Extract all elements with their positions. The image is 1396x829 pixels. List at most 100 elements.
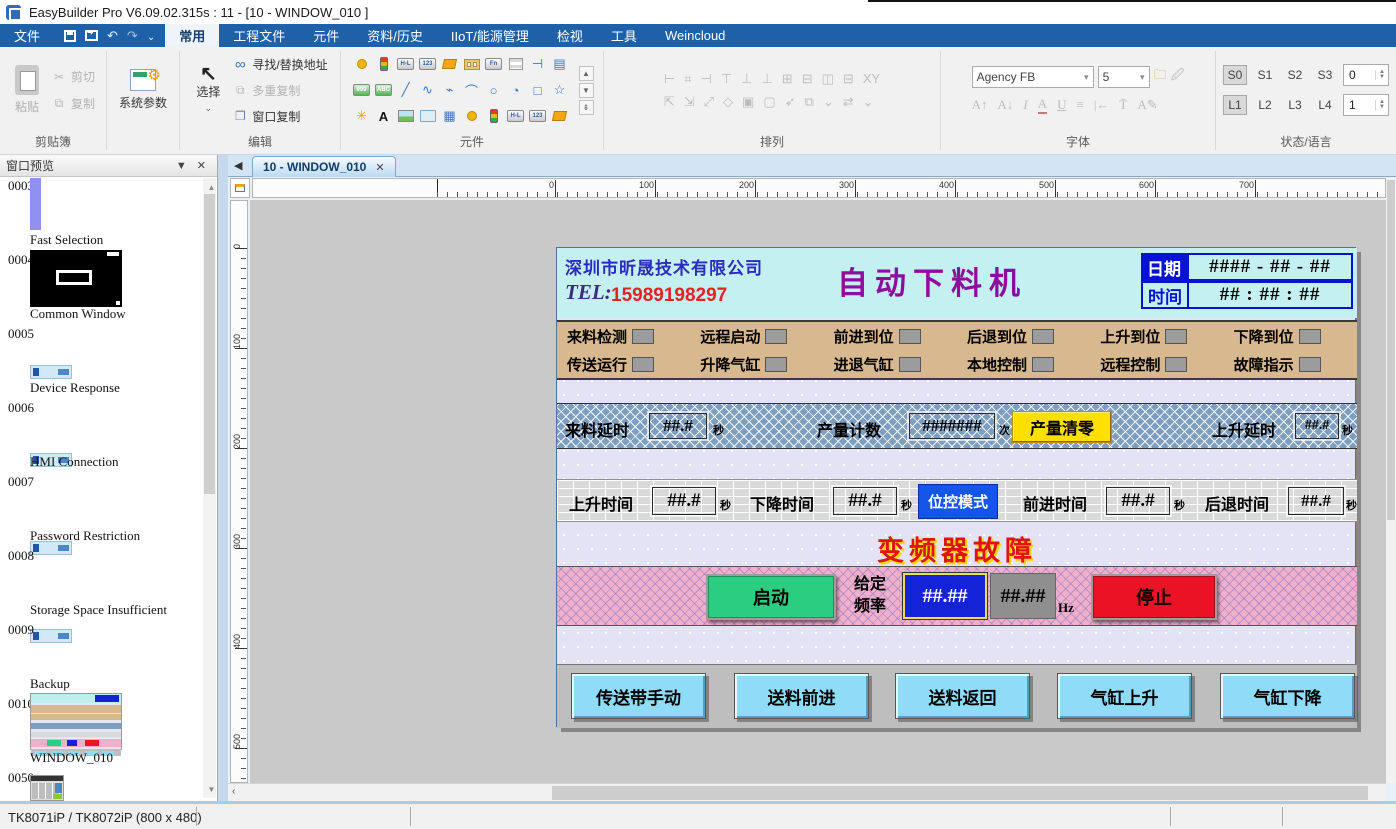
language-spinner-arrows-icon[interactable]: ▲▼ [1375, 100, 1388, 110]
center-window-v-icon[interactable]: ⊟ [843, 72, 854, 85]
rise-delay-unit[interactable]: 秒 [1342, 422, 1353, 438]
preview-scroll-down-icon[interactable]: ▼ [205, 782, 218, 796]
set-word-icon[interactable]: 123 [418, 54, 438, 74]
word-lamp-2-icon[interactable] [484, 106, 504, 126]
paste-button[interactable]: 粘贴 [9, 63, 45, 117]
italic-icon[interactable]: I [1023, 97, 1027, 113]
tel-number-text[interactable]: 15989198297 [611, 285, 727, 307]
production-count-label[interactable]: 产量计数 [817, 417, 881, 441]
vertical-ruler[interactable]: 0 100 200 300 400 500 [230, 200, 248, 783]
star-tool-icon[interactable]: ☆ [550, 80, 570, 100]
window-thumbnail-keypad[interactable] [30, 775, 64, 801]
indicator-conveyor-running[interactable]: 传送运行 [557, 350, 690, 378]
increase-font-icon[interactable]: A↑ [972, 97, 988, 113]
font-size-caret-icon[interactable]: ▾ [1140, 72, 1145, 83]
window-name[interactable]: Password Restriction [30, 528, 140, 544]
horizontal-ruler[interactable]: 0 100 200 300 400 500 600 700 [252, 178, 1386, 198]
feedback-frequency-value[interactable]: ##.## [990, 573, 1056, 619]
pin-icon[interactable]: ➶ [785, 95, 796, 108]
component-scroll-down-icon[interactable]: ▼ [579, 83, 594, 98]
center-window-h-icon[interactable]: ◫ [822, 72, 834, 85]
rise-time-value[interactable]: ##.# [652, 487, 716, 515]
position-control-mode-button[interactable]: 位控模式 [918, 484, 998, 519]
backward-time-label[interactable]: 后退时间 [1205, 491, 1269, 515]
tab-scroll-left-icon[interactable]: ◀ [234, 159, 242, 172]
indicator-lamp[interactable] [1165, 357, 1187, 372]
bit-lamp-2-icon[interactable] [462, 106, 482, 126]
time-display[interactable]: 时间 ## : ## : ## [1141, 281, 1353, 309]
window-name[interactable]: Fast Selection [30, 232, 103, 248]
indicator-forward-in-place[interactable]: 前进到位 [824, 322, 957, 350]
ungroup-icon[interactable]: ▢ [763, 95, 775, 108]
scroll-left-icon[interactable]: ‹ [232, 786, 235, 797]
pie-tool-icon[interactable]: ◔ [506, 80, 526, 100]
window-name[interactable]: Backup [30, 676, 70, 692]
indicator-local-control[interactable]: 本地控制 [957, 350, 1090, 378]
rise-time-unit[interactable]: 秒 [720, 497, 731, 513]
preview-scrollbar[interactable]: ▲ ▼ [203, 178, 216, 798]
window-name[interactable]: Storage Space Insufficient [30, 602, 167, 618]
word-lamp-icon[interactable] [374, 54, 394, 74]
cut-button[interactable]: 剪切 [49, 66, 97, 87]
slider-icon[interactable]: ⊣ [528, 54, 548, 74]
decrease-font-icon[interactable]: A↓ [997, 97, 1013, 113]
group-icon[interactable]: ▣ [742, 95, 754, 108]
cylinder-up-button[interactable]: 气缸上升 [1057, 673, 1192, 719]
language-l2-button[interactable]: L2 [1253, 95, 1277, 115]
state-s2-button[interactable]: S2 [1283, 65, 1307, 85]
toggle-switch-icon[interactable] [462, 54, 482, 74]
format-painter-icon[interactable]: 🖉 [1171, 66, 1185, 88]
vertical-scroll-thumb[interactable] [1387, 180, 1395, 520]
language-l1-button[interactable]: L1 [1223, 95, 1247, 115]
align-left-icon[interactable]: ⊢ [664, 72, 675, 85]
indicator-lamp[interactable] [899, 357, 921, 372]
save-icon[interactable] [64, 30, 76, 42]
date-display[interactable]: 日期 #### - ## - ## [1141, 253, 1353, 281]
picture-tool-icon[interactable] [396, 106, 416, 126]
nudge-xy-icon[interactable]: XY [863, 72, 880, 85]
reshape-icon[interactable]: ◇ [723, 95, 733, 108]
fill-color-icon[interactable]: 🗀 [1154, 66, 1167, 88]
indicator-lamp[interactable] [1032, 357, 1054, 372]
forward-time-value[interactable]: ##.# [1106, 487, 1170, 515]
feed-return-button[interactable]: 送料返回 [895, 673, 1030, 719]
tab-weincloud[interactable]: Weincloud [651, 24, 739, 47]
indicator-remote-start[interactable]: 远程启动 [690, 322, 823, 350]
same-size-icon[interactable]: ⤢ [704, 95, 714, 108]
production-clear-button[interactable]: 产量清零 [1012, 411, 1112, 443]
indicator-backward-in-place[interactable]: 后退到位 [957, 322, 1090, 350]
set-frequency-value[interactable]: ##.## [903, 573, 987, 619]
state-spinner-arrows-icon[interactable]: ▲▼ [1375, 70, 1388, 80]
fn-key-icon[interactable]: Fn [484, 54, 504, 74]
window-copy-button[interactable]: 窗口复制 [230, 106, 329, 127]
window-name[interactable]: Device Response [30, 380, 120, 396]
menu-file[interactable]: 文件 [0, 24, 54, 47]
text-align-icon[interactable]: ≡ [1076, 97, 1083, 113]
indicator-remote-control[interactable]: 远程控制 [1090, 350, 1223, 378]
align-vertical-icon[interactable]: T̄ [1119, 97, 1127, 113]
hmi-screen-design[interactable]: 深圳市昕晟技术有限公司 TEL: 15989198297 自动下料机 日期 ##… [556, 247, 1356, 727]
set-bit-2-icon[interactable]: H-L [506, 106, 526, 126]
indicator-advance-cylinder[interactable]: 进退气缸 [824, 350, 957, 378]
panel-menu-caret-icon[interactable]: ▼ [171, 160, 192, 172]
font-settings-icon[interactable]: A✎ [1137, 97, 1157, 113]
production-count-value[interactable]: ####### [909, 413, 995, 439]
rise-delay-value[interactable]: ##.# [1295, 413, 1339, 439]
production-count-unit[interactable]: 次 [999, 422, 1010, 438]
stop-button[interactable]: 停止 [1091, 574, 1217, 620]
export-icon[interactable] [85, 30, 98, 41]
indicator-lamp[interactable] [632, 329, 654, 344]
tab-close-icon[interactable]: ✕ [375, 161, 384, 174]
state-s1-button[interactable]: S1 [1253, 65, 1277, 85]
align-top-icon[interactable]: ⊤ [721, 72, 732, 85]
indicator-lift-cylinder[interactable]: 升降气缸 [690, 350, 823, 378]
tel-label-text[interactable]: TEL: [565, 280, 612, 305]
forward-time-unit[interactable]: 秒 [1174, 497, 1185, 513]
canvas-vertical-scrollbar[interactable] [1386, 178, 1396, 783]
tab-project[interactable]: 工程文件 [219, 24, 299, 47]
underline-icon[interactable]: U [1057, 97, 1066, 113]
layer-order-caret-icon[interactable]: ⌄ [823, 95, 834, 108]
rectangle-tool-icon[interactable]: □ [528, 80, 548, 100]
frequency-unit[interactable]: Hz [1058, 600, 1074, 616]
find-replace-address-button[interactable]: 寻找/替换地址 [230, 54, 329, 75]
